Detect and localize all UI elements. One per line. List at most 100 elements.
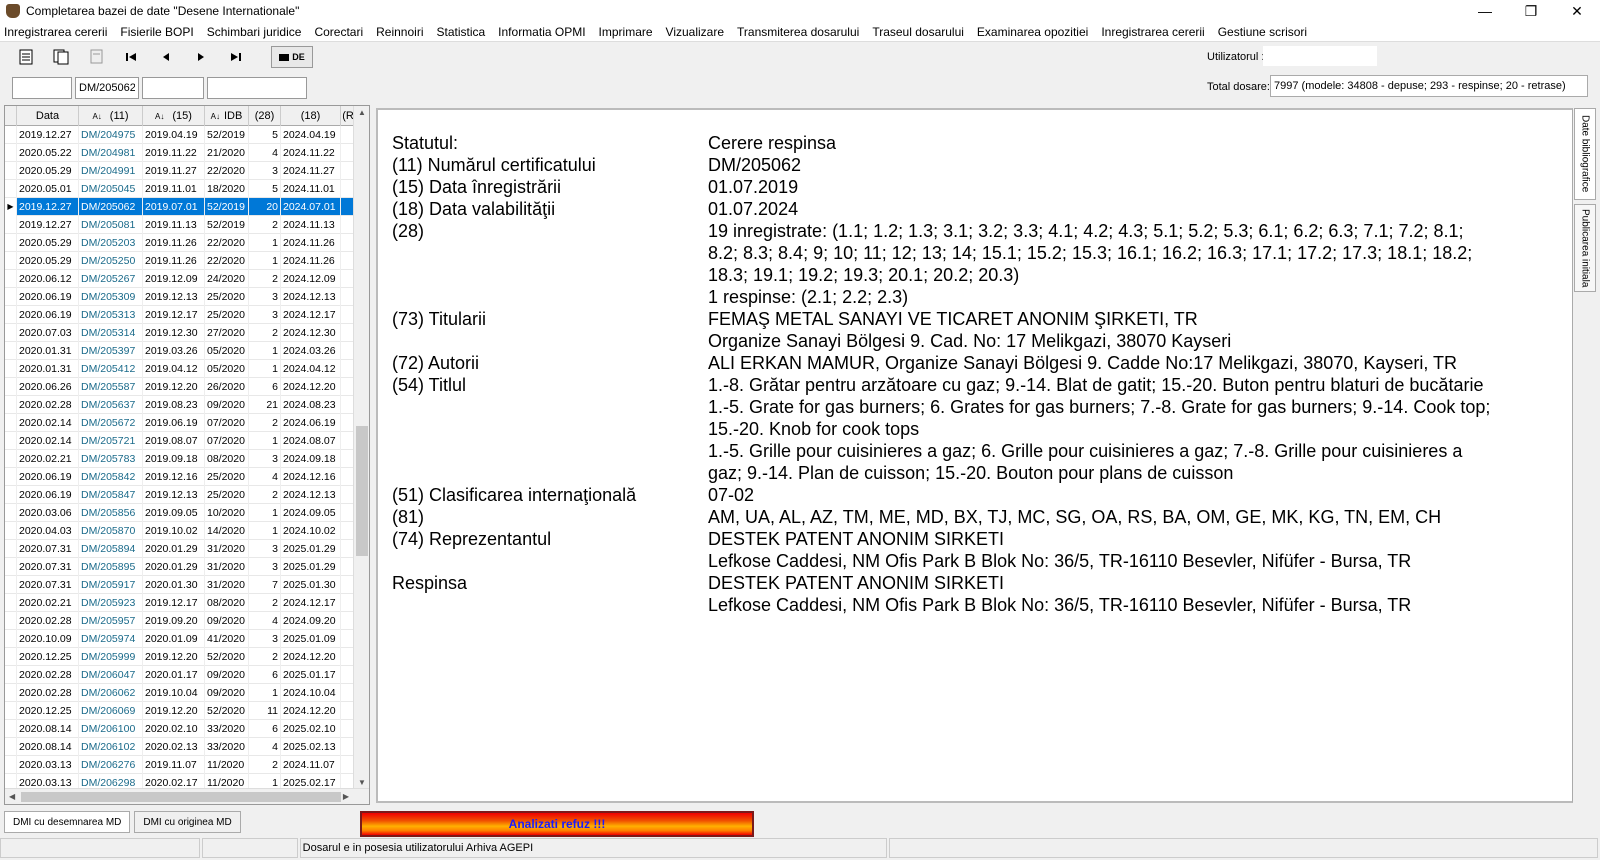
header-28[interactable]: (28) bbox=[249, 106, 281, 126]
minimize-button[interactable]: — bbox=[1462, 0, 1508, 22]
filter-input-1[interactable] bbox=[12, 77, 72, 99]
row-validity-date: 2024.12.13 bbox=[281, 287, 341, 306]
new-record-icon[interactable] bbox=[14, 46, 38, 68]
table-row[interactable]: 2020.02.14 DM/205672 2019.06.19 07/2020 2 202… bbox=[5, 413, 355, 432]
table-row[interactable]: 2020.06.19 DM/205313 2019.12.17 25/2020 3 202… bbox=[5, 305, 355, 324]
detail-label: (28) bbox=[392, 221, 425, 241]
tab-dmi-desemnarea[interactable]: DMI cu desemnarea MD bbox=[4, 811, 131, 833]
table-row[interactable]: 2020.01.31 DM/205397 2019.03.26 05/2020 1 202… bbox=[5, 341, 355, 360]
table-row[interactable]: 2020.05.22 DM/204981 2019.11.22 21/2020 4 202… bbox=[5, 143, 355, 162]
row-28: 7 bbox=[249, 575, 281, 594]
filter-input-4[interactable] bbox=[207, 77, 307, 99]
menu-item[interactable]: Reinnoiri bbox=[376, 25, 423, 39]
table-row[interactable]: 2020.05.29 DM/205250 2019.11.26 22/2020 1 202… bbox=[5, 251, 355, 270]
table-row[interactable]: 2020.05.29 DM/204991 2019.11.27 22/2020 3 202… bbox=[5, 161, 355, 180]
menu-item[interactable]: Imprimare bbox=[599, 25, 653, 39]
close-button[interactable]: ✕ bbox=[1554, 0, 1600, 22]
de-button[interactable]: DE bbox=[271, 46, 313, 68]
menu-item[interactable]: Statistica bbox=[436, 25, 485, 39]
row-28: 21 bbox=[249, 395, 281, 414]
table-row[interactable]: 2020.05.01 DM/205045 2019.11.01 18/2020 5 202… bbox=[5, 179, 355, 198]
tab-date-bibliografice[interactable]: Date bibliografice bbox=[1574, 108, 1596, 200]
table-row[interactable]: 2020.05.29 DM/205203 2019.11.26 22/2020 1 202… bbox=[5, 233, 355, 252]
table-row[interactable]: 2020.08.14 DM/206102 2020.02.13 33/2020 4 202… bbox=[5, 737, 355, 756]
table-row[interactable]: 2019.12.27 DM/205081 2019.11.13 52/2019 2 202… bbox=[5, 215, 355, 234]
header-idb[interactable]: A↓ IDB bbox=[205, 106, 249, 126]
table-row[interactable]: 2020.06.19 DM/205309 2019.12.13 25/2020 3 202… bbox=[5, 287, 355, 306]
table-row[interactable]: 2020.10.09 DM/205974 2020.01.09 41/2020 3 202… bbox=[5, 629, 355, 648]
row-certificate: DM/205999 bbox=[79, 647, 143, 666]
next-record-icon[interactable] bbox=[189, 46, 213, 68]
folder-icon bbox=[279, 54, 290, 61]
table-row[interactable]: 2020.08.14 DM/206100 2020.02.10 33/2020 6 202… bbox=[5, 719, 355, 738]
table-row[interactable]: 2020.02.28 DM/206062 2019.10.04 09/2020 1 202… bbox=[5, 683, 355, 702]
table-row[interactable]: 2020.06.26 DM/205587 2019.12.20 26/2020 6 202… bbox=[5, 377, 355, 396]
delete-record-icon[interactable] bbox=[84, 46, 108, 68]
header-18[interactable]: (18) bbox=[281, 106, 341, 126]
table-row[interactable]: 2019.12.27 DM/204975 2019.04.19 52/2019 5 202… bbox=[5, 125, 355, 144]
maximize-button[interactable]: ❐ bbox=[1508, 0, 1554, 22]
detail-row: (28) 19 inregistrate: (1.1; 1.2; 1.3; 3.1… bbox=[378, 220, 1572, 308]
menu-item[interactable]: Gestiune scrisori bbox=[1218, 25, 1307, 39]
header-15[interactable]: A↓ (15) bbox=[143, 106, 205, 126]
menu-item[interactable]: Traseul dosarului bbox=[872, 25, 964, 39]
horizontal-scroll-thumb[interactable] bbox=[21, 792, 341, 802]
menu-item[interactable]: Examinarea opozitiei bbox=[977, 25, 1088, 39]
scroll-up-icon[interactable]: ▲ bbox=[358, 108, 366, 117]
table-row[interactable]: 2020.07.31 DM/205895 2020.01.29 31/2020 3 202… bbox=[5, 557, 355, 576]
row-certificate: DM/205637 bbox=[79, 395, 143, 414]
scroll-down-icon[interactable]: ▼ bbox=[358, 778, 366, 787]
table-row[interactable]: 2020.01.31 DM/205412 2019.04.12 05/2020 1 202… bbox=[5, 359, 355, 378]
table-row[interactable]: 2020.07.03 DM/205314 2019.12.30 27/2020 2 202… bbox=[5, 323, 355, 342]
row-validity-date: 2024.06.19 bbox=[281, 413, 341, 432]
vertical-scrollbar[interactable]: ▲ ▼ bbox=[353, 106, 369, 789]
table-row[interactable]: 2020.03.13 DM/206276 2019.11.07 11/2020 2 202… bbox=[5, 755, 355, 774]
table-row[interactable]: 2020.02.28 DM/205637 2019.08.23 09/2020 21 20… bbox=[5, 395, 355, 414]
table-row[interactable]: 2020.06.12 DM/205267 2019.12.09 24/2020 2 202… bbox=[5, 269, 355, 288]
previous-record-icon[interactable] bbox=[154, 46, 178, 68]
menu-item[interactable]: Schimbari juridice bbox=[207, 25, 302, 39]
menu-item[interactable]: Inregistrarea cererii bbox=[1101, 25, 1204, 39]
header-11[interactable]: A↓ (11) bbox=[79, 106, 143, 126]
row-indicator bbox=[5, 323, 17, 342]
detail-values: DESTEK PATENT ANONIM SIRKETI Lefkose Cadd… bbox=[708, 572, 1548, 616]
table-row[interactable]: 2020.02.21 DM/205783 2019.09.18 08/2020 3 202… bbox=[5, 449, 355, 468]
header-data[interactable]: Data bbox=[17, 106, 79, 126]
detail-value: Cerere respinsa bbox=[708, 133, 837, 153]
menu-item[interactable]: Informatia OPMI bbox=[498, 25, 585, 39]
table-row[interactable]: 2020.12.25 DM/205999 2019.12.20 52/2020 2 202… bbox=[5, 647, 355, 666]
scroll-right-icon[interactable]: ▶ bbox=[343, 792, 349, 801]
table-row[interactable]: 2020.07.31 DM/205917 2020.01.30 31/2020 7 202… bbox=[5, 575, 355, 594]
table-row[interactable]: 2020.07.31 DM/205894 2020.01.29 31/2020 3 202… bbox=[5, 539, 355, 558]
table-row[interactable]: 2020.12.25 DM/206069 2019.12.20 52/2020 11 20… bbox=[5, 701, 355, 720]
certificate-filter-input[interactable] bbox=[75, 77, 139, 99]
first-record-icon[interactable] bbox=[119, 46, 143, 68]
scroll-left-icon[interactable]: ◀ bbox=[9, 792, 15, 801]
filter-input-3[interactable] bbox=[142, 77, 204, 99]
menu-item[interactable]: Vizualizare bbox=[666, 25, 724, 39]
menu-item[interactable]: Corectari bbox=[314, 25, 363, 39]
tab-dmi-originea[interactable]: DMI cu originea MD bbox=[134, 811, 241, 833]
vertical-scroll-thumb[interactable] bbox=[356, 426, 368, 556]
table-row[interactable]: ▶ 2019.12.27 DM/205062 2019.07.01 52/2019 20 2… bbox=[5, 197, 355, 216]
row-28: 1 bbox=[249, 233, 281, 252]
table-row[interactable]: 2020.06.19 DM/205842 2019.12.16 25/2020 4 202… bbox=[5, 467, 355, 486]
row-registration-date: 2020.01.09 bbox=[143, 629, 205, 648]
menu-item[interactable]: Fisierile BOPI bbox=[120, 25, 193, 39]
last-record-icon[interactable] bbox=[224, 46, 248, 68]
table-row[interactable]: 2020.02.28 DM/206047 2020.01.17 09/2020 6 202… bbox=[5, 665, 355, 684]
table-row[interactable]: 2020.02.21 DM/205923 2019.12.17 08/2020 2 202… bbox=[5, 593, 355, 612]
tab-publicarea-initiala[interactable]: Publicarea initiala bbox=[1574, 204, 1596, 292]
menu-item[interactable]: Inregistrarea cererii bbox=[4, 25, 107, 39]
table-row[interactable]: 2020.06.19 DM/205847 2019.12.13 25/2020 2 202… bbox=[5, 485, 355, 504]
table-row[interactable]: 2020.02.28 DM/205957 2019.09.20 09/2020 4 202… bbox=[5, 611, 355, 630]
table-row[interactable]: 2020.02.14 DM/205721 2019.08.07 07/2020 1 202… bbox=[5, 431, 355, 450]
horizontal-scrollbar[interactable]: ◀ ▶ bbox=[5, 788, 369, 804]
table-row[interactable]: 2020.04.03 DM/205870 2019.10.02 14/2020 1 202… bbox=[5, 521, 355, 540]
copy-record-icon[interactable] bbox=[49, 46, 73, 68]
menu-item[interactable]: Transmiterea dosarului bbox=[737, 25, 859, 39]
row-certificate: DM/205314 bbox=[79, 323, 143, 342]
current-row-icon: ▶ bbox=[5, 197, 17, 216]
row-idb: 10/2020 bbox=[205, 503, 249, 522]
table-row[interactable]: 2020.03.06 DM/205856 2019.09.05 10/2020 1 202… bbox=[5, 503, 355, 522]
